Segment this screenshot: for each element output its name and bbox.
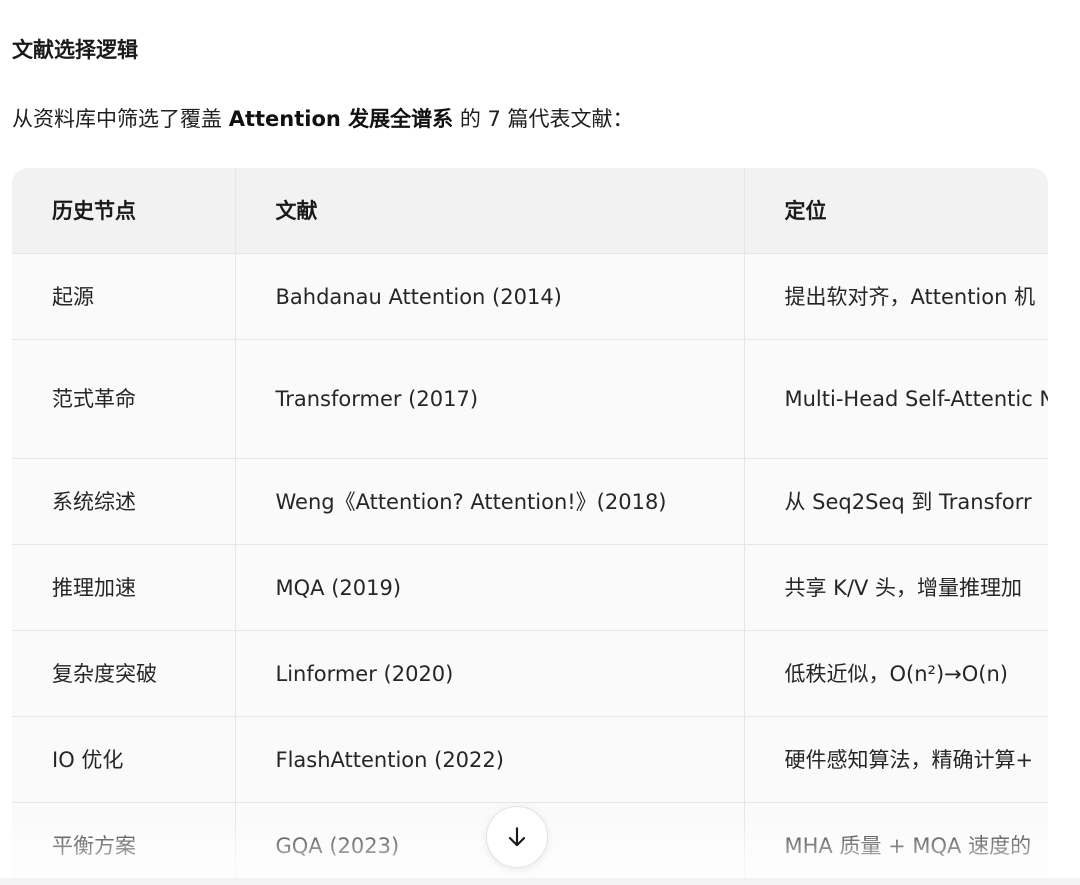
intro-prefix: 从资料库中筛选了覆盖 (12, 107, 229, 131)
cell-position: 从 Seq2Seq 到 Transforr (743, 458, 1048, 545)
cell-position: 提出软对齐，Attention 机 (743, 253, 1048, 340)
cell-position-text: Multi-Head Self-Attentic NN (784, 387, 1049, 411)
cell-position: Multi-Head Self-Attentic NN (743, 339, 1049, 459)
table-header-row: 历史节点 文献 定位 (12, 168, 1048, 254)
cell-paper: MQA (2019) (234, 544, 744, 631)
arrow-down-icon (508, 827, 526, 847)
cell-position: 硬件感知算法，精确计算+ (743, 716, 1048, 803)
cell-position: MHA 质量 + MQA 速度的 (743, 802, 1048, 885)
bottom-divider (0, 878, 1080, 885)
cell-milestone: 平衡方案 (12, 802, 235, 885)
cell-milestone: 复杂度突破 (12, 630, 235, 717)
cell-position: 低秩近似，O(n²)→O(n) (743, 630, 1048, 717)
literature-table: 历史节点 文献 定位 起源 Bahdanau Attention (2014) … (12, 168, 1048, 885)
intro-bold: Attention 发展全谱系 (228, 107, 454, 131)
cell-paper: Bahdanau Attention (2014) (234, 253, 744, 340)
table-row: 起源 Bahdanau Attention (2014) 提出软对齐，Atten… (12, 253, 1048, 340)
table-row: 推理加速 MQA (2019) 共享 K/V 头，增量推理加 (12, 544, 1048, 631)
table-row: 范式革命 Transformer (2017) Multi-Head Self-… (12, 339, 1049, 459)
cell-position: 共享 K/V 头，增量推理加 (743, 544, 1048, 631)
table-row: 复杂度突破 Linformer (2020) 低秩近似，O(n²)→O(n) (12, 630, 1048, 717)
header-milestone: 历史节点 (12, 168, 235, 254)
literature-table-container[interactable]: 历史节点 文献 定位 起源 Bahdanau Attention (2014) … (12, 168, 1048, 885)
header-paper: 文献 (234, 168, 744, 254)
cell-milestone: 系统综述 (12, 458, 235, 545)
cell-paper: Linformer (2020) (234, 630, 744, 717)
chat-page: 文献选择逻辑 从资料库中筛选了覆盖 Attention 发展全谱系 的 7 篇代… (0, 0, 1080, 885)
table-row: IO 优化 FlashAttention (2022) 硬件感知算法，精确计算+ (12, 716, 1048, 803)
cell-paper: FlashAttention (2022) (234, 716, 744, 803)
section-heading: 文献选择逻辑 (12, 38, 138, 62)
intro-paragraph: 从资料库中筛选了覆盖 Attention 发展全谱系 的 7 篇代表文献： (12, 105, 634, 133)
cell-milestone: 起源 (12, 253, 235, 340)
intro-suffix: 的 7 篇代表文献： (453, 107, 634, 131)
table-row: 系统综述 Weng《Attention? Attention!》(2018) 从… (12, 458, 1048, 545)
cell-milestone: IO 优化 (12, 716, 235, 803)
header-position: 定位 (743, 168, 1048, 254)
cell-milestone: 推理加速 (12, 544, 235, 631)
cell-paper: Transformer (2017) (234, 339, 744, 459)
cell-paper: Weng《Attention? Attention!》(2018) (234, 458, 744, 545)
cell-milestone: 范式革命 (12, 339, 235, 459)
scroll-to-bottom-button[interactable] (486, 806, 548, 868)
